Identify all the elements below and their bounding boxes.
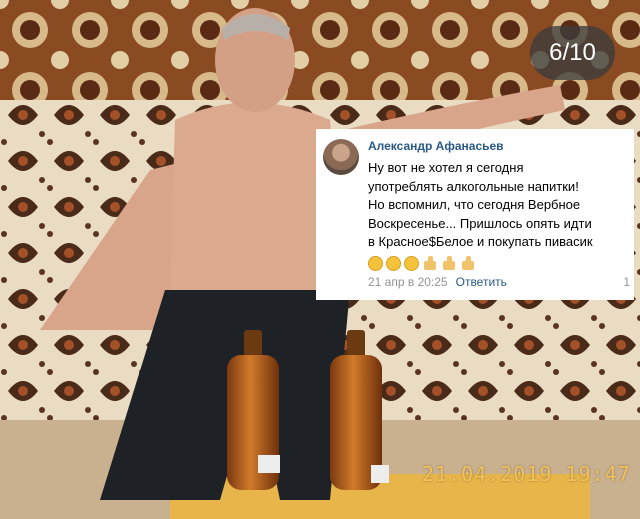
thumbs-up-icon — [422, 256, 438, 271]
comment-date[interactable]: 21 апр в 20:25 — [368, 275, 448, 289]
comment-text: Ну вот не хотел я сегодня употреблять ал… — [368, 159, 624, 252]
laughing-face-icon — [386, 256, 401, 271]
comment-line: Ну вот не хотел я сегодня — [368, 160, 524, 175]
comment-meta: 21 апр в 20:25 Ответить — [368, 275, 507, 289]
comment-line: Но вспомнил, что сегодня Вербное — [368, 197, 581, 212]
photo-viewer: 6/10 Александр Афанасьев Ну вот не хотел… — [0, 0, 640, 519]
reply-link[interactable]: Ответить — [456, 275, 507, 289]
thumbs-up-icon — [460, 256, 476, 271]
thumbs-up-icon — [441, 256, 457, 271]
comment-line: в Красное$Белое и покупать пивасик — [368, 234, 593, 249]
photo-counter: 6/10 — [530, 26, 615, 80]
photo-datestamp: 21.04.2019 19:47 — [422, 462, 631, 486]
comment-card: Александр Афанасьев Ну вот не хотел я се… — [316, 129, 634, 300]
laughing-face-icon — [404, 256, 419, 271]
avatar[interactable] — [323, 139, 359, 175]
emoji-row — [368, 254, 624, 274]
comment-author[interactable]: Александр Афанасьев — [368, 139, 624, 153]
like-count[interactable]: 1 — [623, 275, 630, 289]
comment-line: Воскресенье... Пришлось опять идти — [368, 215, 592, 231]
comment-line: употреблять алкогольные напитки! — [368, 178, 579, 194]
laughing-face-icon — [368, 256, 383, 271]
